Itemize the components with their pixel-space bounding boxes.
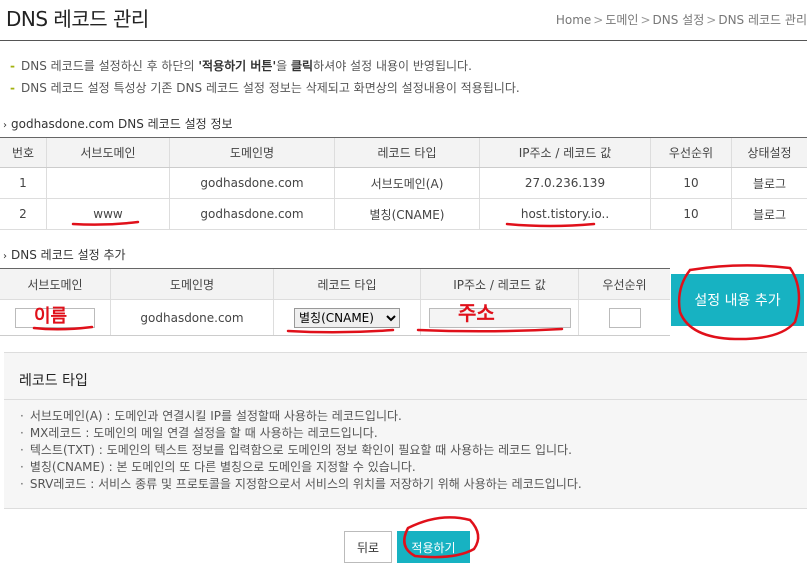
help-item: MX레코드 : 도메인의 메일 연결 설정을 할 때 사용하는 레코드입니다. xyxy=(20,425,582,442)
cell-number: 2 xyxy=(0,198,47,230)
cell-subdomain xyxy=(46,167,170,199)
dash-icon: - xyxy=(10,59,15,73)
records-table-header: 번호 서브도메인 도메인명 레코드 타입 IP주소 / 레코드 값 우선순위 상… xyxy=(0,137,807,168)
help-divider xyxy=(4,399,807,400)
chevron-right-icon: > xyxy=(706,13,717,27)
records-table: 번호 서브도메인 도메인명 레코드 타입 IP주소 / 레코드 값 우선순위 상… xyxy=(0,137,807,230)
col-header: 상태설정 xyxy=(731,137,807,168)
breadcrumb-dns-settings[interactable]: DNS 설정 xyxy=(653,13,705,27)
cell-ip-value xyxy=(420,299,579,336)
back-button[interactable]: 뒤로 xyxy=(344,531,392,563)
record-type-select[interactable]: 별칭(CNAME) xyxy=(294,307,400,328)
ip-value-input[interactable] xyxy=(428,307,571,328)
cell-ip-value: 27.0.236.139 xyxy=(479,167,651,199)
help-item: 서브도메인(A) : 도메인과 연결시킬 IP를 설정할때 사용하는 레코드입니… xyxy=(20,408,582,425)
col-header: 도메인명 xyxy=(169,137,335,168)
priority-input[interactable] xyxy=(608,307,641,328)
record-type-help: 레코드 타입 서브도메인(A) : 도메인과 연결시킬 IP를 설정할때 사용하… xyxy=(4,352,807,509)
table-row: 2 www godhasdone.com 별칭(CNAME) host.tist… xyxy=(0,198,807,230)
col-header: 우선순위 xyxy=(650,137,732,168)
cell-record-type: 서브도메인(A) xyxy=(334,167,480,199)
cell-status: 블로그 xyxy=(731,167,807,199)
notice-item: - DNS 레코드 설정 특성상 기존 DNS 레코드 설정 정보는 삭제되고 화… xyxy=(10,77,520,99)
help-item: SRV레코드 : 서비스 종류 및 프로토콜을 지정함으로서 서비스의 위치를 … xyxy=(20,476,582,493)
notice-bold: '적용하기 버튼' xyxy=(198,59,277,73)
records-section-label: godhasdone.com DNS 레코드 설정 정보 xyxy=(11,117,233,131)
add-table-header: 서브도메인 도메인명 레코드 타입 IP주소 / 레코드 값 우선순위 xyxy=(0,268,670,300)
table-row: 1 godhasdone.com 서브도메인(A) 27.0.236.139 1… xyxy=(0,167,807,199)
cell-priority: 10 xyxy=(650,198,732,230)
subdomain-input[interactable] xyxy=(15,307,95,328)
add-record-row: godhasdone.com 별칭(CNAME) xyxy=(0,299,670,336)
notice-text: DNS 레코드를 설정하신 후 하단의 xyxy=(20,59,199,73)
col-header: 번호 xyxy=(0,137,47,168)
breadcrumb: Home > 도메인 > DNS 설정 > DNS 레코드 관리 xyxy=(556,11,807,28)
notice-list: - DNS 레코드를 설정하신 후 하단의 '적용하기 버튼'을 클릭하셔야 설정… xyxy=(10,55,520,99)
caret-right-icon: › xyxy=(3,251,7,262)
records-section-title: › godhasdone.com DNS 레코드 설정 정보 xyxy=(3,115,233,132)
add-section-label: DNS 레코드 설정 추가 xyxy=(11,248,126,262)
apply-button[interactable]: 적용하기 xyxy=(397,531,470,563)
add-section-title: › DNS 레코드 설정 추가 xyxy=(3,246,126,263)
dash-icon: - xyxy=(10,81,15,95)
cell-number: 1 xyxy=(0,167,47,199)
add-record-button[interactable]: 설정 내용 추가 xyxy=(671,274,804,326)
cell-domain: godhasdone.com xyxy=(169,167,335,199)
cell-domain: godhasdone.com xyxy=(110,299,274,336)
page-title: DNS 레코드 관리 xyxy=(6,7,149,31)
chevron-right-icon: > xyxy=(593,13,604,27)
notice-text: DNS 레코드 설정 특성상 기존 DNS 레코드 설정 정보는 삭제되고 화면… xyxy=(20,81,520,95)
col-header: 서브도메인 xyxy=(46,137,170,168)
cell-record-type: 별칭(CNAME) xyxy=(273,299,421,336)
breadcrumb-dns-records: DNS 레코드 관리 xyxy=(718,13,807,27)
notice-bold: 클릭 xyxy=(291,59,314,73)
help-title: 레코드 타입 xyxy=(19,373,88,389)
add-record-table: 서브도메인 도메인명 레코드 타입 IP주소 / 레코드 값 우선순위 godh… xyxy=(0,268,670,336)
cell-ip-value: host.tistory.io.. xyxy=(479,198,651,230)
notice-item: - DNS 레코드를 설정하신 후 하단의 '적용하기 버튼'을 클릭하셔야 설정… xyxy=(10,55,520,77)
help-item: 텍스트(TXT) : 도메인의 텍스트 정보를 입력함으로 도메인의 정보 확인… xyxy=(20,442,582,459)
cell-record-type: 별칭(CNAME) xyxy=(334,198,480,230)
cell-priority: 10 xyxy=(650,167,732,199)
col-header: 도메인명 xyxy=(110,268,274,300)
title-divider xyxy=(0,40,807,41)
cell-subdomain: www xyxy=(46,198,170,230)
col-header: IP주소 / 레코드 값 xyxy=(479,137,651,168)
help-item: 별칭(CNAME) : 본 도메인의 또 다른 별칭으로 도메인을 지정할 수 … xyxy=(20,459,582,476)
caret-right-icon: › xyxy=(3,120,7,131)
cell-priority xyxy=(578,299,670,336)
col-header: 레코드 타입 xyxy=(334,137,480,168)
help-list: 서브도메인(A) : 도메인과 연결시킬 IP를 설정할때 사용하는 레코드입니… xyxy=(20,408,582,493)
col-header: 레코드 타입 xyxy=(273,268,421,300)
chevron-right-icon: > xyxy=(640,13,651,27)
cell-subdomain xyxy=(0,299,111,336)
cell-domain: godhasdone.com xyxy=(169,198,335,230)
col-header: IP주소 / 레코드 값 xyxy=(420,268,579,300)
notice-text: 을 xyxy=(276,59,292,73)
col-header: 우선순위 xyxy=(578,268,670,300)
notice-text: 하셔야 설정 내용이 반영됩니다. xyxy=(313,59,472,73)
col-header: 서브도메인 xyxy=(0,268,111,300)
breadcrumb-domain[interactable]: 도메인 xyxy=(605,13,638,27)
cell-status: 블로그 xyxy=(731,198,807,230)
breadcrumb-home[interactable]: Home xyxy=(556,13,591,27)
